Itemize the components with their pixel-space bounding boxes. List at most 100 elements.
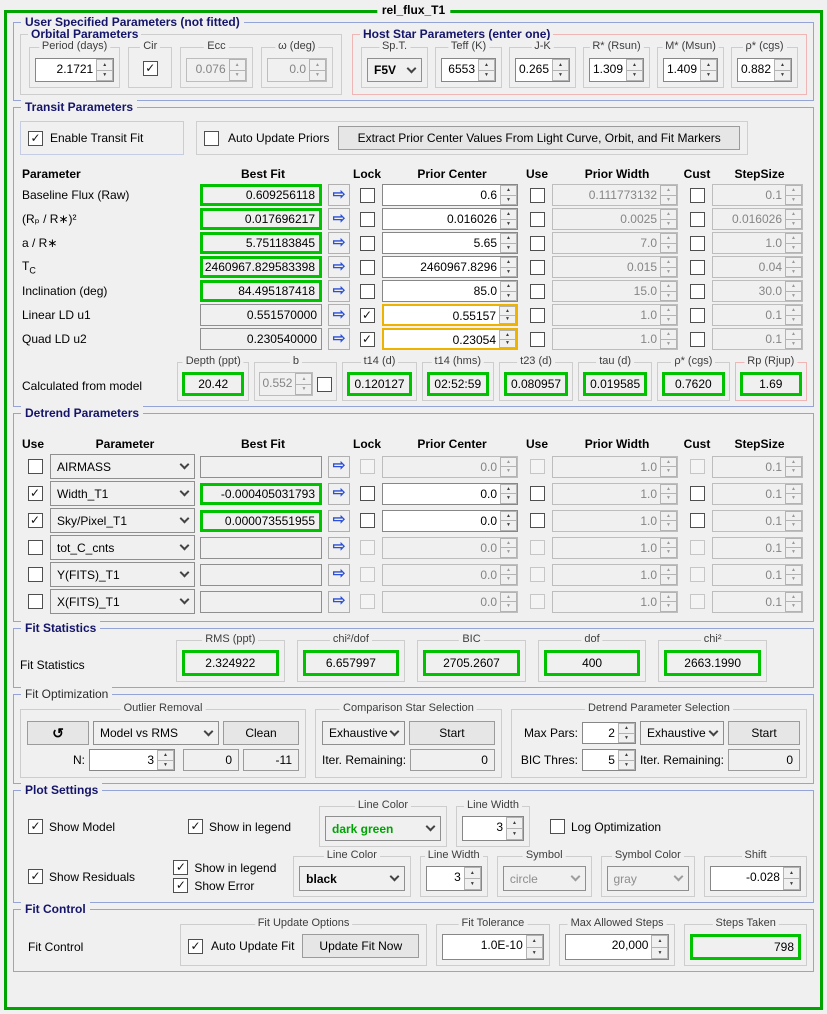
use-detrend-checkbox[interactable] [28, 486, 43, 501]
lock-checkbox[interactable] [360, 260, 375, 275]
spinner-arrows[interactable] [500, 484, 517, 504]
spinner-arrows[interactable] [660, 185, 677, 205]
spinner-arrows[interactable] [785, 305, 802, 325]
spinner-arrows[interactable] [785, 257, 802, 277]
use-prior-checkbox[interactable] [530, 594, 545, 609]
prior-center-spinner[interactable]: 0.0 [382, 510, 518, 532]
spinner-arrows[interactable] [785, 592, 802, 612]
detrend-parameter-dropdown[interactable]: X(FITS)_T1 [50, 589, 195, 614]
b-spinner[interactable]: 0.552 [259, 372, 313, 396]
prior-center-spinner[interactable]: 85.0 [382, 280, 518, 302]
cust-checkbox[interactable] [690, 486, 705, 501]
step-size-spinner[interactable]: 1.0 [712, 232, 803, 254]
spinner-arrows[interactable] [700, 59, 717, 81]
spinner-arrows[interactable] [618, 750, 635, 770]
cust-checkbox[interactable] [690, 540, 705, 555]
spinner-arrows[interactable] [660, 329, 677, 349]
detrend-parameter-dropdown[interactable]: Width_T1 [50, 481, 195, 506]
spinner-arrows[interactable] [660, 457, 677, 477]
copy-best-fit-to-prior-button[interactable]: ⇨ [328, 304, 350, 326]
spinner-arrows[interactable] [785, 185, 802, 205]
use-prior-checkbox[interactable] [530, 212, 545, 227]
spinner-arrows[interactable] [785, 565, 802, 585]
use-prior-checkbox[interactable] [530, 308, 545, 323]
step-size-spinner[interactable]: 0.1 [712, 456, 803, 478]
prior-width-spinner[interactable]: 1.0 [552, 510, 678, 532]
prior-width-spinner[interactable]: 1.0 [552, 456, 678, 478]
spinner-arrows[interactable] [660, 305, 677, 325]
prior-width-spinner[interactable]: 0.015 [552, 256, 678, 278]
residuals-show-in-legend-checkbox[interactable] [173, 860, 188, 875]
prior-width-spinner[interactable]: 1.0 [552, 328, 678, 350]
use-detrend-checkbox[interactable] [28, 594, 43, 609]
spinner-arrows[interactable] [785, 281, 802, 301]
prior-width-spinner[interactable]: 1.0 [552, 483, 678, 505]
extract-prior-values-button[interactable]: Extract Prior Center Values From Light C… [338, 126, 740, 150]
spinner-arrows[interactable] [660, 538, 677, 558]
spinner-arrows[interactable] [506, 817, 523, 840]
spinner-arrows[interactable] [660, 565, 677, 585]
use-prior-checkbox[interactable] [530, 459, 545, 474]
cust-checkbox[interactable] [690, 308, 705, 323]
copy-best-fit-to-prior-button[interactable]: ⇨ [328, 537, 350, 559]
spinner-arrows[interactable] [229, 59, 246, 81]
spinner-arrows[interactable] [500, 257, 517, 277]
copy-best-fit-to-prior-button[interactable]: ⇨ [328, 256, 350, 278]
spinner-arrows[interactable] [500, 281, 517, 301]
detrend-parameter-dropdown[interactable]: tot_C_cnts [50, 535, 195, 560]
cust-checkbox[interactable] [690, 567, 705, 582]
prior-center-spinner[interactable]: 0.016026 [382, 208, 518, 230]
spinner-arrows[interactable] [295, 373, 312, 395]
cust-checkbox[interactable] [690, 459, 705, 474]
residuals-line-width-spinner[interactable]: 3 [426, 866, 482, 891]
prior-center-spinner[interactable]: 0.0 [382, 537, 518, 559]
spinner-arrows[interactable] [618, 723, 635, 743]
cust-checkbox[interactable] [690, 188, 705, 203]
spinner-arrows[interactable] [526, 935, 543, 959]
use-detrend-checkbox[interactable] [28, 459, 43, 474]
lock-checkbox[interactable] [360, 459, 375, 474]
spinner-arrows[interactable] [785, 209, 802, 229]
prior-width-spinner[interactable]: 1.0 [552, 304, 678, 326]
use-prior-checkbox[interactable] [530, 188, 545, 203]
spinner-arrows[interactable] [660, 281, 677, 301]
prior-center-spinner[interactable]: 0.0 [382, 483, 518, 505]
spinner-arrows[interactable] [500, 565, 517, 585]
use-prior-checkbox[interactable] [530, 260, 545, 275]
cust-checkbox[interactable] [690, 236, 705, 251]
spinner-arrows[interactable] [660, 257, 677, 277]
copy-best-fit-to-prior-button[interactable]: ⇨ [328, 456, 350, 478]
step-size-spinner[interactable]: 30.0 [712, 280, 803, 302]
spinner-arrows[interactable] [660, 592, 677, 612]
step-size-spinner[interactable]: 0.1 [712, 328, 803, 350]
spinner-arrows[interactable] [464, 867, 481, 890]
detrend-parameter-dropdown[interactable]: AIRMASS [50, 454, 195, 479]
spinner-arrows[interactable] [309, 59, 326, 81]
auto-update-fit-checkbox[interactable] [188, 939, 203, 954]
spinner-arrows[interactable] [500, 233, 517, 253]
step-size-spinner[interactable]: 0.1 [712, 483, 803, 505]
step-size-spinner[interactable]: 0.04 [712, 256, 803, 278]
copy-best-fit-to-prior-button[interactable]: ⇨ [328, 564, 350, 586]
spinner-arrows[interactable] [774, 59, 791, 81]
update-fit-now-button[interactable]: Update Fit Now [302, 934, 419, 958]
clean-button[interactable]: Clean [223, 721, 299, 745]
mstar-spinner[interactable]: 1.409 [663, 58, 718, 82]
cust-checkbox[interactable] [690, 513, 705, 528]
spinner-arrows[interactable] [500, 185, 517, 205]
spinner-arrows[interactable] [785, 538, 802, 558]
spinner-arrows[interactable] [96, 59, 113, 81]
teff-spinner[interactable]: 6553 [441, 58, 496, 82]
comparison-method-dropdown[interactable]: Exhaustive [322, 721, 405, 745]
lock-checkbox[interactable] [360, 486, 375, 501]
show-error-checkbox[interactable] [173, 878, 188, 893]
n-spinner[interactable]: 3 [89, 749, 175, 771]
spinner-arrows[interactable] [785, 233, 802, 253]
copy-best-fit-to-prior-button[interactable]: ⇨ [328, 280, 350, 302]
lock-checkbox[interactable] [360, 332, 375, 347]
prior-center-spinner[interactable]: 2460967.8296 [382, 256, 518, 278]
residuals-line-color-dropdown[interactable]: black [299, 866, 404, 891]
lock-checkbox[interactable] [360, 594, 375, 609]
lock-checkbox[interactable] [360, 188, 375, 203]
copy-best-fit-to-prior-button[interactable]: ⇨ [328, 328, 350, 350]
